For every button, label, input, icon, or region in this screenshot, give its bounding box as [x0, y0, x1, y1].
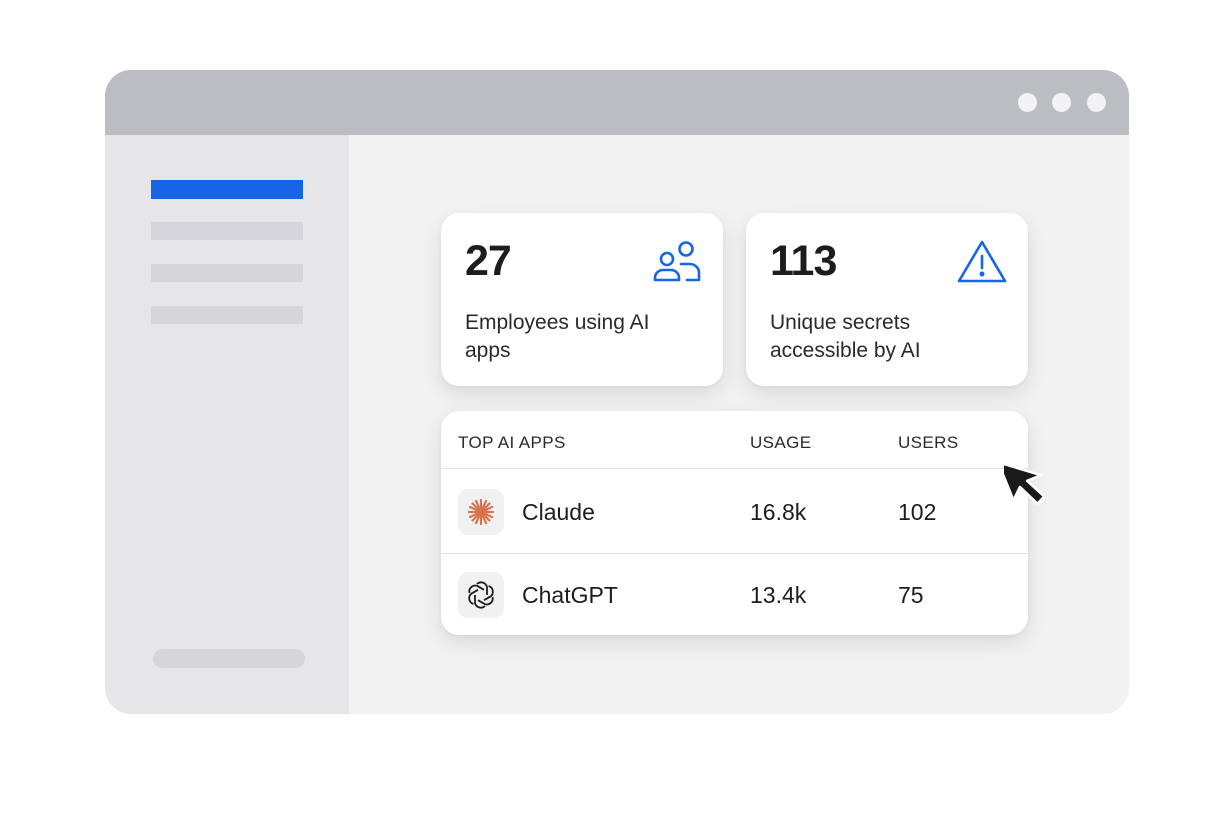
stat-value: 27 — [465, 237, 512, 285]
top-ai-apps-table: TOP AI APPS USAGE USERS Claude 16.8k 102 — [441, 411, 1028, 635]
stat-card-secrets[interactable]: 113 Unique secrets accessible by AI — [746, 213, 1028, 386]
column-header-app[interactable]: TOP AI APPS — [458, 433, 566, 453]
divider — [441, 468, 1028, 469]
window-control-dot[interactable] — [1052, 93, 1071, 112]
title-bar — [105, 70, 1129, 135]
users-value: 75 — [898, 582, 924, 608]
divider — [441, 553, 1028, 554]
sidebar-item[interactable] — [151, 306, 303, 324]
stat-value: 113 — [770, 237, 837, 285]
app-name: Claude — [522, 499, 595, 525]
stat-label: Unique secrets accessible by AI — [770, 311, 921, 362]
mouse-cursor-icon — [1004, 461, 1046, 505]
sidebar-item-active[interactable] — [151, 180, 303, 199]
column-header-users[interactable]: USERS — [898, 433, 959, 453]
claude-icon — [458, 489, 504, 535]
app-name: ChatGPT — [522, 582, 618, 608]
stat-card-employees[interactable]: 27 Employees using AI apps — [441, 213, 723, 386]
window-control-dot[interactable] — [1018, 93, 1037, 112]
chatgpt-icon — [458, 572, 504, 618]
warning-icon — [957, 240, 1007, 283]
usage-value: 16.8k — [750, 499, 807, 525]
users-value: 102 — [898, 499, 937, 525]
window-control-dot[interactable] — [1087, 93, 1106, 112]
sidebar-item[interactable] — [151, 222, 303, 240]
sidebar-footer-item[interactable] — [153, 649, 305, 668]
sidebar-item[interactable] — [151, 264, 303, 282]
users-icon — [653, 241, 701, 282]
sidebar — [105, 135, 349, 714]
column-header-usage[interactable]: USAGE — [750, 433, 812, 453]
stat-label: Employees using AI apps — [465, 311, 650, 362]
usage-value: 13.4k — [750, 582, 807, 608]
